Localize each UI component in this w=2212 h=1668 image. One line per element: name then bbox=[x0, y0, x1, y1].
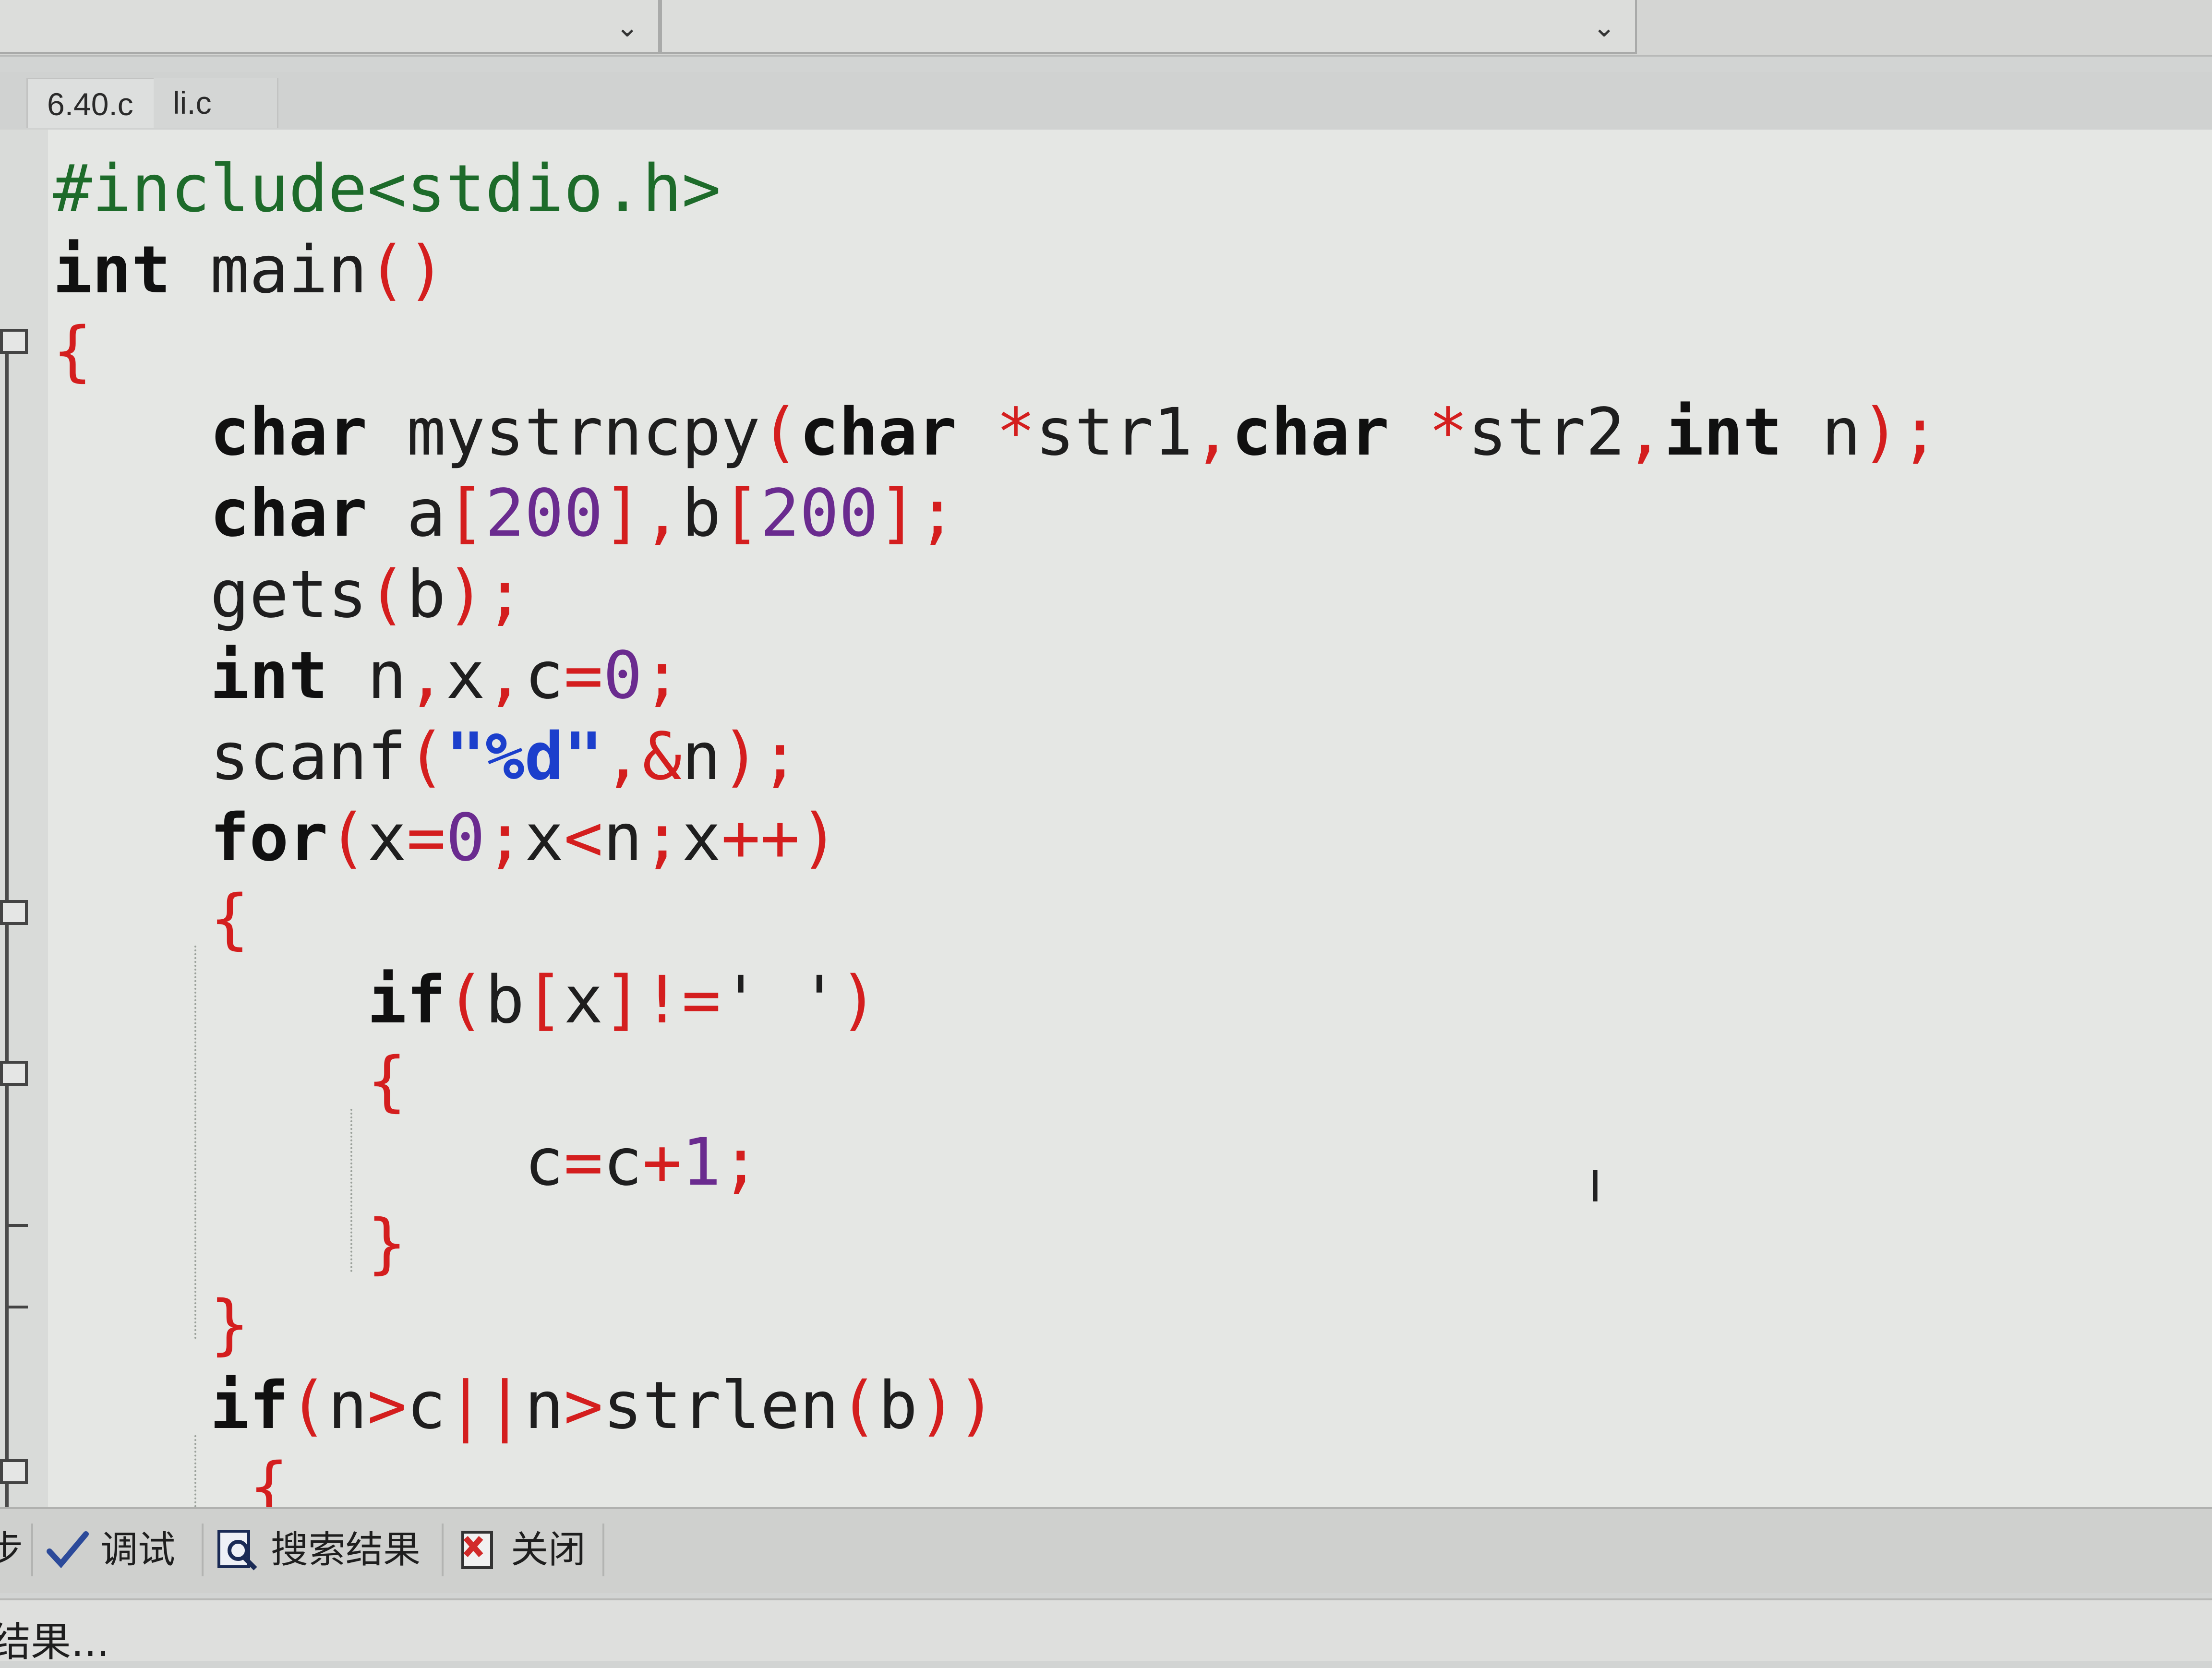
class-combo-box[interactable]: ⌄ bbox=[0, 0, 660, 54]
tab-close[interactable]: 关闭 bbox=[456, 1524, 586, 1576]
code-line[interactable]: } bbox=[53, 1284, 1939, 1366]
chevron-down-icon[interactable]: ⌄ bbox=[615, 11, 639, 43]
output-panel-tabs: 步 调试 搜索结果 关闭 bbox=[0, 1507, 2212, 1593]
close-doc-icon bbox=[456, 1528, 499, 1572]
code-editor[interactable]: #include<stdio.h> int main(){ char mystrn… bbox=[48, 130, 2212, 1507]
divider bbox=[602, 1524, 604, 1576]
fold-toggle-icon[interactable] bbox=[0, 900, 28, 925]
code-line[interactable]: { bbox=[53, 879, 1939, 960]
tab-search-results[interactable]: 搜索结果 bbox=[216, 1524, 421, 1576]
tab-partial-label: 步 bbox=[0, 1528, 24, 1572]
search-icon bbox=[216, 1528, 259, 1572]
code-line[interactable]: int n,x,c=0; bbox=[53, 636, 1939, 717]
fold-end-tick bbox=[9, 1224, 28, 1227]
fold-toggle-icon[interactable] bbox=[0, 329, 28, 354]
divider bbox=[202, 1524, 204, 1576]
code-line[interactable]: char mystrncpy(char *str1,char *str2,int… bbox=[53, 392, 1940, 473]
fold-end-tick bbox=[9, 1306, 28, 1308]
fold-line bbox=[5, 341, 9, 1589]
code-line[interactable]: scanf("%d",&n); bbox=[53, 717, 1939, 798]
code-line[interactable]: { bbox=[53, 1041, 1939, 1122]
tab-partial[interactable]: 步 bbox=[0, 1524, 23, 1576]
code-line[interactable]: } bbox=[53, 1203, 1939, 1284]
text-cursor-icon: I bbox=[1589, 1162, 1602, 1212]
code-line[interactable]: if(b[x]!=' ') bbox=[53, 960, 1939, 1041]
fold-toggle-icon[interactable] bbox=[0, 1061, 28, 1086]
status-text: 结果... bbox=[0, 1619, 110, 1666]
code-line[interactable]: gets(b); bbox=[53, 554, 1939, 636]
file-tab-strip: 6.40.c li.c bbox=[0, 72, 2212, 130]
function-combo-box[interactable]: ⌄ bbox=[660, 0, 1637, 54]
top-toolbar: ⌄ ⌄ bbox=[0, 0, 2212, 57]
code-text[interactable]: #include<stdio.h> int main(){ char mystrn… bbox=[53, 149, 1939, 1507]
code-line[interactable]: #include<stdio.h> bbox=[53, 149, 1939, 230]
tab-li-c[interactable]: li.c bbox=[154, 78, 278, 128]
code-line[interactable]: c=c+1; bbox=[53, 1122, 1939, 1203]
divider bbox=[442, 1524, 444, 1576]
code-line[interactable]: char a[200],b[200]; bbox=[53, 473, 1939, 554]
code-line[interactable]: { bbox=[53, 1447, 1939, 1507]
divider bbox=[31, 1524, 33, 1576]
tab-debug[interactable]: 调试 bbox=[46, 1524, 175, 1576]
code-line[interactable]: if(n>c||n>strlen(b)) bbox=[53, 1366, 1939, 1447]
tab-6-40-c[interactable]: 6.40.c bbox=[26, 78, 156, 128]
status-bar: 结果... bbox=[0, 1598, 2212, 1666]
editor-gutter bbox=[0, 130, 48, 1589]
tab-debug-label: 调试 bbox=[100, 1528, 176, 1572]
tab-close-label: 关闭 bbox=[511, 1528, 586, 1572]
fold-toggle-icon[interactable] bbox=[0, 1459, 28, 1484]
chevron-down-icon[interactable]: ⌄ bbox=[1592, 11, 1616, 43]
checkmark-icon bbox=[46, 1528, 89, 1572]
code-line[interactable]: for(x=0;x<n;x++) bbox=[53, 798, 1939, 879]
code-line[interactable]: { bbox=[53, 311, 1939, 392]
code-line[interactable]: int main() bbox=[53, 230, 1939, 311]
tab-search-results-label: 搜索结果 bbox=[271, 1528, 421, 1572]
